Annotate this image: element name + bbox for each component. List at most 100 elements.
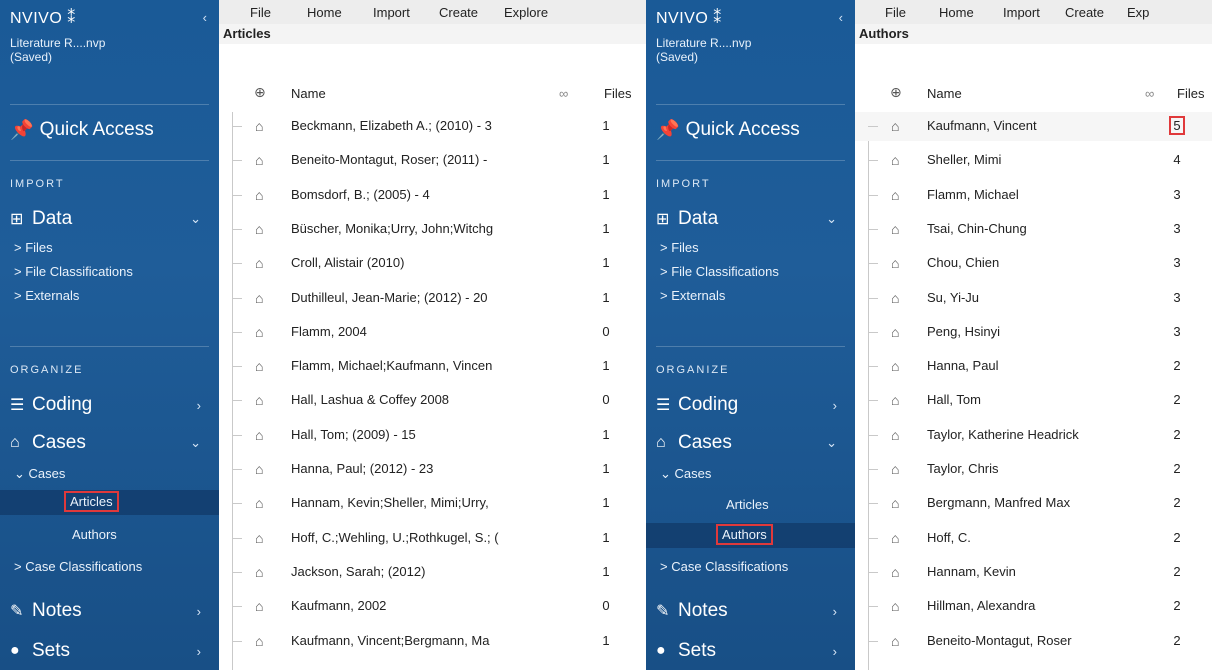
quick-access-button[interactable]: 📌 Quick Access [10, 118, 154, 142]
table-row[interactable]: ⌂ Chou, Chien 3 [855, 249, 1212, 278]
nav-authors[interactable]: Authors [72, 527, 117, 542]
table-row[interactable]: ⌂ Beneito-Montagut, Roser 2 [855, 627, 1212, 656]
menu-import[interactable]: Import [373, 5, 410, 20]
table-row[interactable]: ⌂ Hillman, Alexandra 2 [855, 592, 1212, 621]
data-grid-icon: ⊞ [10, 211, 24, 228]
content-area: File Home Import Create Explore Articles… [219, 0, 646, 670]
nav-cases[interactable]: ⌂ Cases ⌄ [10, 432, 201, 454]
table-row[interactable]: ⌂ Kaufmann, Vincent;Bergmann, Ma 1 [219, 627, 646, 656]
table-row[interactable]: ⌂ Hanna, Paul 2 [855, 352, 1212, 381]
nav-authors[interactable]: Authors [716, 524, 773, 545]
table-row[interactable]: ⌂ Büscher, Monika;Urry, John;Witchg 1 [219, 215, 646, 244]
column-files[interactable]: Files [604, 86, 631, 101]
tree-branch [868, 366, 878, 368]
nav-externals[interactable]: > Externals [14, 288, 79, 303]
table-row[interactable]: ⌂ Flamm, Michael 3 [855, 181, 1212, 210]
table-row[interactable]: ⌂ Su, Yi-Ju 3 [855, 284, 1212, 313]
nav-file-classifications[interactable]: > File Classifications [660, 264, 779, 279]
nav-files[interactable]: > Files [660, 240, 699, 255]
table-row[interactable]: ⌂ Bomsdorf, B.; (2005) - 4 1 [219, 181, 646, 210]
table-row[interactable]: ⌂ Hoff, C. 2 [855, 524, 1212, 553]
table-row[interactable]: ⌂ Beneito-Montagut, Roser; (2011) - 1 [219, 146, 646, 175]
table-row[interactable]: ⌂ Kaufmann, Vincent 5 [855, 112, 1212, 141]
files-count-value: 1 [602, 255, 610, 271]
nav-cases-folder[interactable]: ⌄ Cases [660, 466, 711, 482]
nav-sets-label: Sets [678, 640, 717, 661]
nav-cases[interactable]: ⌂ Cases ⌄ [656, 432, 837, 454]
menu-file[interactable]: File [885, 5, 906, 20]
menu-create[interactable]: Create [1065, 5, 1104, 20]
collapse-sidebar-icon[interactable]: ‹ [203, 10, 207, 25]
tree-branch [232, 228, 242, 230]
table-row[interactable]: ⌂ Sheller, Mimi 4 [855, 146, 1212, 175]
nav-case-classifications[interactable]: > Case Classifications [660, 559, 788, 574]
nav-data[interactable]: ⊞ Data ⌄ [10, 208, 201, 230]
table-row[interactable]: ⌂ Kaufmann, 2002 0 [219, 592, 646, 621]
table-row[interactable]: ⌂ Hannam, Kevin;Sheller, Mimi;Urry, 1 [219, 489, 646, 518]
tree-branch [232, 640, 242, 642]
files-count: 1 [596, 187, 616, 202]
table-row[interactable]: ⌂ Croll, Alistair (2010) 1 [219, 249, 646, 278]
menu-home[interactable]: Home [939, 5, 974, 20]
case-icon: ⌂ [255, 563, 264, 580]
case-name: Tsai, Chin-Chung [927, 220, 1027, 236]
table-row[interactable]: ⌂ Hall, Tom; (2009) - 15 1 [219, 421, 646, 450]
nav-notes[interactable]: ✎ Notes › [656, 600, 837, 622]
nav-files[interactable]: > Files [14, 240, 53, 255]
nav-notes[interactable]: ✎ Notes › [10, 600, 201, 622]
quick-access-button[interactable]: 📌 Quick Access [656, 118, 800, 142]
table-row[interactable]: ⌂ Peng, Hsinyi 3 [855, 318, 1212, 347]
tree-branch [232, 126, 242, 127]
menu-import[interactable]: Import [1003, 5, 1040, 20]
column-name[interactable]: Name [291, 86, 326, 101]
menu-explore[interactable]: Exp [1127, 5, 1149, 20]
add-item-icon[interactable]: ⊕ [254, 84, 266, 101]
case-name: Croll, Alistair (2010) [291, 255, 405, 271]
files-count-value: 1 [602, 289, 610, 305]
table-row[interactable]: ⌂ Taylor, Chris 2 [855, 455, 1212, 484]
link-column-icon[interactable]: ∞ [559, 86, 568, 101]
case-name: Sheller, Mimi [927, 152, 1002, 168]
case-icon: ⌂ [255, 358, 264, 375]
nav-case-classifications[interactable]: > Case Classifications [14, 559, 142, 574]
collapse-sidebar-icon[interactable]: ‹ [839, 10, 843, 25]
menu-explore[interactable]: Explore [504, 5, 548, 20]
table-row[interactable]: ⌂ Bergmann, Manfred Max 2 [855, 489, 1212, 518]
nav-articles[interactable]: Articles [726, 497, 769, 512]
chevron-down-icon: ⌄ [190, 435, 201, 450]
add-item-icon[interactable]: ⊕ [890, 84, 902, 101]
nav-coding[interactable]: ☰ Coding › [10, 394, 201, 416]
table-row[interactable]: ⌂ Hoff, C.;Wehling, U.;Rothkugel, S.; (1 [219, 524, 646, 553]
files-count: 1 [596, 255, 616, 270]
nav-data[interactable]: ⊞ Data ⌄ [656, 208, 837, 230]
nav-file-classifications[interactable]: > File Classifications [14, 264, 133, 279]
files-count: 1 [596, 221, 616, 236]
link-column-icon[interactable]: ∞ [1145, 86, 1154, 101]
table-row[interactable]: ⌂ Hanna, Paul; (2012) - 23 1 [219, 455, 646, 484]
table-row[interactable]: ⌂ Beckmann, Elizabeth A.; (2010) - 3 1 [219, 112, 646, 141]
nav-externals[interactable]: > Externals [660, 288, 725, 303]
nav-sets[interactable]: ● Sets › [10, 640, 201, 662]
table-row[interactable]: ⌂ Tsai, Chin-Chung 3 [855, 215, 1212, 244]
table-row[interactable]: ⌂ Hall, Tom 2 [855, 386, 1212, 415]
table-row[interactable]: ⌂ Taylor, Katherine Headrick 2 [855, 421, 1212, 450]
nav-cases-folder[interactable]: ⌄ Cases [14, 466, 65, 482]
table-row[interactable]: ⌂ Duthilleul, Jean-Marie; (2012) - 20 1 [219, 284, 646, 313]
files-count-value: 1 [602, 426, 610, 442]
column-files[interactable]: Files [1177, 86, 1204, 101]
nav-articles[interactable]: Articles [64, 491, 119, 512]
table-row[interactable]: ⌂ Hannam, Kevin 2 [855, 558, 1212, 587]
table-row[interactable]: ⌂ Hall, Lashua & Coffey 2008 0 [219, 386, 646, 415]
nav-sets[interactable]: ● Sets › [656, 640, 837, 662]
column-name[interactable]: Name [927, 86, 962, 101]
table-row[interactable]: ⌂ Flamm, 2004 0 [219, 318, 646, 347]
files-count-value: 1 [602, 186, 610, 202]
nav-coding[interactable]: ☰ Coding › [656, 394, 837, 416]
case-name: Hillman, Alexandra [927, 598, 1036, 614]
table-row[interactable]: ⌂ Flamm, Michael;Kaufmann, Vincen 1 [219, 352, 646, 381]
menu-create[interactable]: Create [439, 5, 478, 20]
menu-file[interactable]: File [250, 5, 271, 20]
files-count-value: 3 [1173, 255, 1181, 271]
menu-home[interactable]: Home [307, 5, 342, 20]
table-row[interactable]: ⌂ Jackson, Sarah; (2012) 1 [219, 558, 646, 587]
